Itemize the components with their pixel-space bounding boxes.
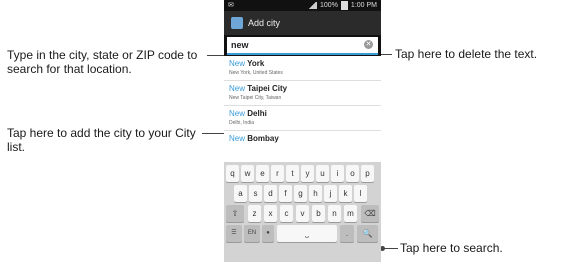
callout-add-city: Tap here to add the city to your City li…	[7, 126, 196, 154]
city-search-field[interactable]: ✕	[227, 37, 378, 55]
key[interactable]: x	[264, 205, 277, 222]
weather-app-icon	[231, 17, 243, 29]
key[interactable]: s	[249, 185, 262, 202]
status-bar: ✉ 100% 1:00 PM	[224, 0, 381, 11]
result-detail: New Taipei City, Taiwan	[229, 95, 282, 101]
result-detail: Delhi, India	[229, 120, 255, 126]
key[interactable]: c	[280, 205, 293, 222]
notification-icon: ✉	[228, 2, 234, 9]
result-item[interactable]: New Delhi Delhi, India	[224, 106, 381, 131]
status-time: 1:00 PM	[350, 2, 377, 9]
result-name: York	[247, 59, 265, 68]
key[interactable]: a	[234, 185, 247, 202]
phone-screen: ✉ 100% 1:00 PM Add city ✕ New York New Y…	[224, 0, 381, 262]
result-item[interactable]: New Taipei City New Taipei City, Taiwan	[224, 81, 381, 106]
clear-text-icon[interactable]: ✕	[364, 40, 373, 49]
key[interactable]: g	[294, 185, 307, 202]
result-name: Bombay	[247, 134, 279, 143]
key[interactable]: l	[354, 185, 367, 202]
callout-line-search-key	[384, 248, 398, 249]
key[interactable]: z	[248, 205, 261, 222]
key[interactable]: o	[346, 165, 359, 182]
punctuation-key[interactable]: .	[340, 225, 354, 242]
result-match: New	[229, 134, 246, 143]
title-bar: Add city	[224, 11, 381, 35]
key[interactable]: r	[271, 165, 284, 182]
callout-search-key: Tap here to search.	[400, 241, 503, 255]
key[interactable]: b	[312, 205, 325, 222]
key[interactable]: e	[256, 165, 269, 182]
key[interactable]: w	[241, 165, 254, 182]
page-title: Add city	[248, 18, 281, 28]
key[interactable]: h	[309, 185, 322, 202]
mic-icon[interactable]: ●	[262, 225, 274, 242]
key[interactable]: m	[344, 205, 357, 222]
key[interactable]: u	[316, 165, 329, 182]
magnifier-icon[interactable]: 🔍	[357, 225, 378, 242]
key[interactable]: j	[324, 185, 337, 202]
key[interactable]: f	[279, 185, 292, 202]
signal-icon	[308, 2, 318, 9]
symbols-key[interactable]: ☰	[226, 225, 242, 242]
results-list: New York New York, United States New Tai…	[224, 56, 381, 162]
result-name: Delhi	[247, 109, 267, 118]
result-name: Taipei City	[247, 84, 288, 93]
backspace-key[interactable]: ⌫	[361, 205, 379, 222]
key[interactable]: q	[226, 165, 239, 182]
result-match: New	[229, 59, 246, 68]
key[interactable]: d	[264, 185, 277, 202]
language-key[interactable]: EN	[244, 225, 260, 242]
callout-search-field: Type in the city, state or ZIP code to s…	[7, 48, 198, 76]
space-key[interactable]: ⎵	[277, 225, 337, 242]
key[interactable]: i	[331, 165, 344, 182]
key[interactable]: y	[301, 165, 314, 182]
shift-key[interactable]: ⇧	[226, 205, 244, 222]
key[interactable]: v	[296, 205, 309, 222]
city-search-input[interactable]	[231, 39, 351, 51]
battery-icon	[340, 1, 348, 10]
result-match: New	[229, 84, 246, 93]
result-match: New	[229, 109, 246, 118]
key[interactable]: k	[339, 185, 352, 202]
key[interactable]: t	[286, 165, 299, 182]
callout-delete-text: Tap here to delete the text.	[395, 47, 538, 61]
key[interactable]: n	[328, 205, 341, 222]
result-item[interactable]: New Bombay	[224, 131, 381, 155]
keyboard: q w e r t y u i o p a s d f g h j k l ⇧ …	[224, 162, 381, 262]
key[interactable]: p	[361, 165, 374, 182]
result-detail: New York, United States	[229, 70, 283, 76]
battery-percent: 100%	[320, 2, 338, 9]
result-item[interactable]: New York New York, United States	[224, 56, 381, 81]
